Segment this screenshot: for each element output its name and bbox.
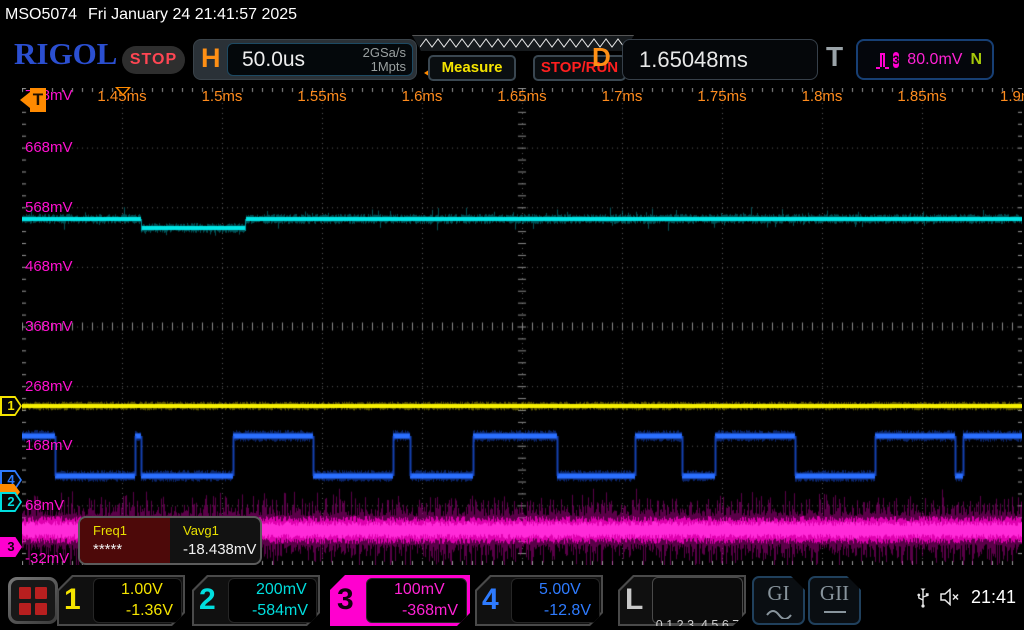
ch2-position-marker[interactable]: 2 <box>0 492 22 512</box>
ch4-offset: -12.8V <box>544 602 591 620</box>
trigger-sweep-mode: N <box>970 51 982 69</box>
volt-tick: 268mV <box>25 378 73 395</box>
measurement-vavg1[interactable]: Vavg1 -18.438mV <box>170 518 260 563</box>
ch3-position-marker[interactable]: 3 <box>0 537 22 557</box>
speaker-muted-icon[interactable] <box>939 588 961 606</box>
samplerate-memdepth: 2GSa/s 1Mpts <box>363 46 406 74</box>
freq1-value: ***** <box>93 541 170 558</box>
time-tick: 1.9ms <box>1000 88 1024 105</box>
vavg1-label: Vavg1 <box>183 523 260 538</box>
sine-icon <box>765 607 793 619</box>
sample-rate: 2GSa/s <box>363 46 406 60</box>
ch4-scale: 5.00V <box>539 581 581 599</box>
usb-icon <box>917 586 929 608</box>
run-state-button[interactable]: STOP <box>122 46 185 74</box>
digital-channels-list: 0 1 2 3 4 5 6 7 8 9 1011 12131415 <box>652 577 743 624</box>
time-tick: 1.55ms <box>297 88 346 105</box>
channel-tab-2[interactable]: 2 200mV -584mV <box>192 575 320 626</box>
volt-tick: -32mV <box>25 550 69 567</box>
titlebar: MSO5074 Fri January 24 21:41:57 2025 <box>0 0 1024 30</box>
measure-button[interactable]: Measure <box>428 55 516 81</box>
status-icons: 21:41 <box>917 586 1016 608</box>
time-tick: 1.7ms <box>602 88 643 105</box>
trigger-t-icon: T <box>30 88 46 112</box>
ch3-offset: -368mV <box>402 602 458 620</box>
line-icon <box>821 607 849 619</box>
source1-gi-button[interactable]: GI <box>752 576 805 625</box>
waveform-canvas <box>22 88 1022 565</box>
delay-display: 1.65048ms <box>622 39 818 80</box>
menu-button[interactable] <box>8 577 58 624</box>
channel-status-bar: 1 1.00V -1.36V 2 200mV -584mV 3 100mV -3… <box>0 572 1024 630</box>
delay-value: 1.65048ms <box>639 47 748 73</box>
volt-tick: 168mV <box>25 437 73 454</box>
volt-tick: 668mV <box>25 139 73 156</box>
header-bar: RIGOL STOP H 50.0us 2GSa/s 1Mpts Measure… <box>0 30 1024 87</box>
source2-gii-button[interactable]: GII <box>808 576 861 625</box>
timebase-display: 50.0us 2GSa/s 1Mpts <box>227 43 413 76</box>
time-tick: 1.8ms <box>802 88 843 105</box>
measurement-freq1[interactable]: Freq1 ***** <box>80 518 170 563</box>
ch3-scale: 100mV <box>394 581 445 599</box>
memory-depth: 1Mpts <box>363 60 406 74</box>
volt-tick: 368mV <box>25 318 73 335</box>
ch2-offset: -584mV <box>252 602 308 620</box>
ch2-scale: 200mV <box>256 581 307 599</box>
oscilloscope-screen: MSO5074 Fri January 24 21:41:57 2025 RIG… <box>0 0 1024 630</box>
time-tick: 1.6ms <box>402 88 443 105</box>
timebase-value: 50.0us <box>242 48 305 72</box>
time-tick: 1.65ms <box>497 88 546 105</box>
freq1-label: Freq1 <box>93 523 170 538</box>
vavg1-value: -18.438mV <box>183 541 260 558</box>
ch1-offset: -1.36V <box>126 602 173 620</box>
trigger-arrow-icon <box>20 92 30 108</box>
time-tick: 1.85ms <box>897 88 946 105</box>
model-name: MSO5074 <box>5 6 77 24</box>
clock: 21:41 <box>971 587 1016 608</box>
volt-tick: 468mV <box>25 258 73 275</box>
horizontal-timebase-block[interactable]: H 50.0us 2GSa/s 1Mpts <box>193 39 417 80</box>
trigger-display: 3 80.0mV N <box>856 39 994 80</box>
waveform-graticule[interactable]: 1.45ms 1.5ms 1.55ms 1.6ms 1.65ms 1.7ms 1… <box>22 88 1022 565</box>
time-tick: 1.5ms <box>202 88 243 105</box>
date-time: Fri January 24 21:41:57 2025 <box>88 6 297 24</box>
trigger-level-value: 80.0mV <box>907 51 962 69</box>
measurement-popup[interactable]: Freq1 ***** Vavg1 -18.438mV <box>78 516 262 565</box>
volt-tick: 568mV <box>25 199 73 216</box>
ch1-scale: 1.00V <box>121 581 163 599</box>
la-label: L <box>625 583 643 617</box>
t-label: T <box>826 41 843 73</box>
d-label: D <box>592 42 611 73</box>
stop-run-button[interactable]: STOP/RUN <box>533 55 626 81</box>
h-label: H <box>201 43 221 74</box>
trigger-position-icon[interactable] <box>115 87 131 96</box>
trigger-pulse-icon <box>880 53 885 67</box>
menu-grid-icon <box>11 580 55 621</box>
logic-analyzer-tab[interactable]: L 0 1 2 3 4 5 6 7 8 9 1011 12131415 <box>618 575 746 626</box>
channel-tab-1[interactable]: 1 1.00V -1.36V <box>57 575 185 626</box>
channel-tab-4[interactable]: 4 5.00V -12.8V <box>475 575 603 626</box>
channel-tab-3-selected[interactable]: 3 100mV -368mV <box>330 575 470 626</box>
rigol-logo: RIGOL <box>14 36 117 72</box>
trigger-source-badge: 3 <box>893 52 900 68</box>
trigger-level-marker[interactable]: T <box>22 88 46 112</box>
time-tick: 1.75ms <box>697 88 746 105</box>
volt-tick: 68mV <box>25 497 64 514</box>
ch1-position-marker[interactable]: 1 <box>0 396 22 416</box>
